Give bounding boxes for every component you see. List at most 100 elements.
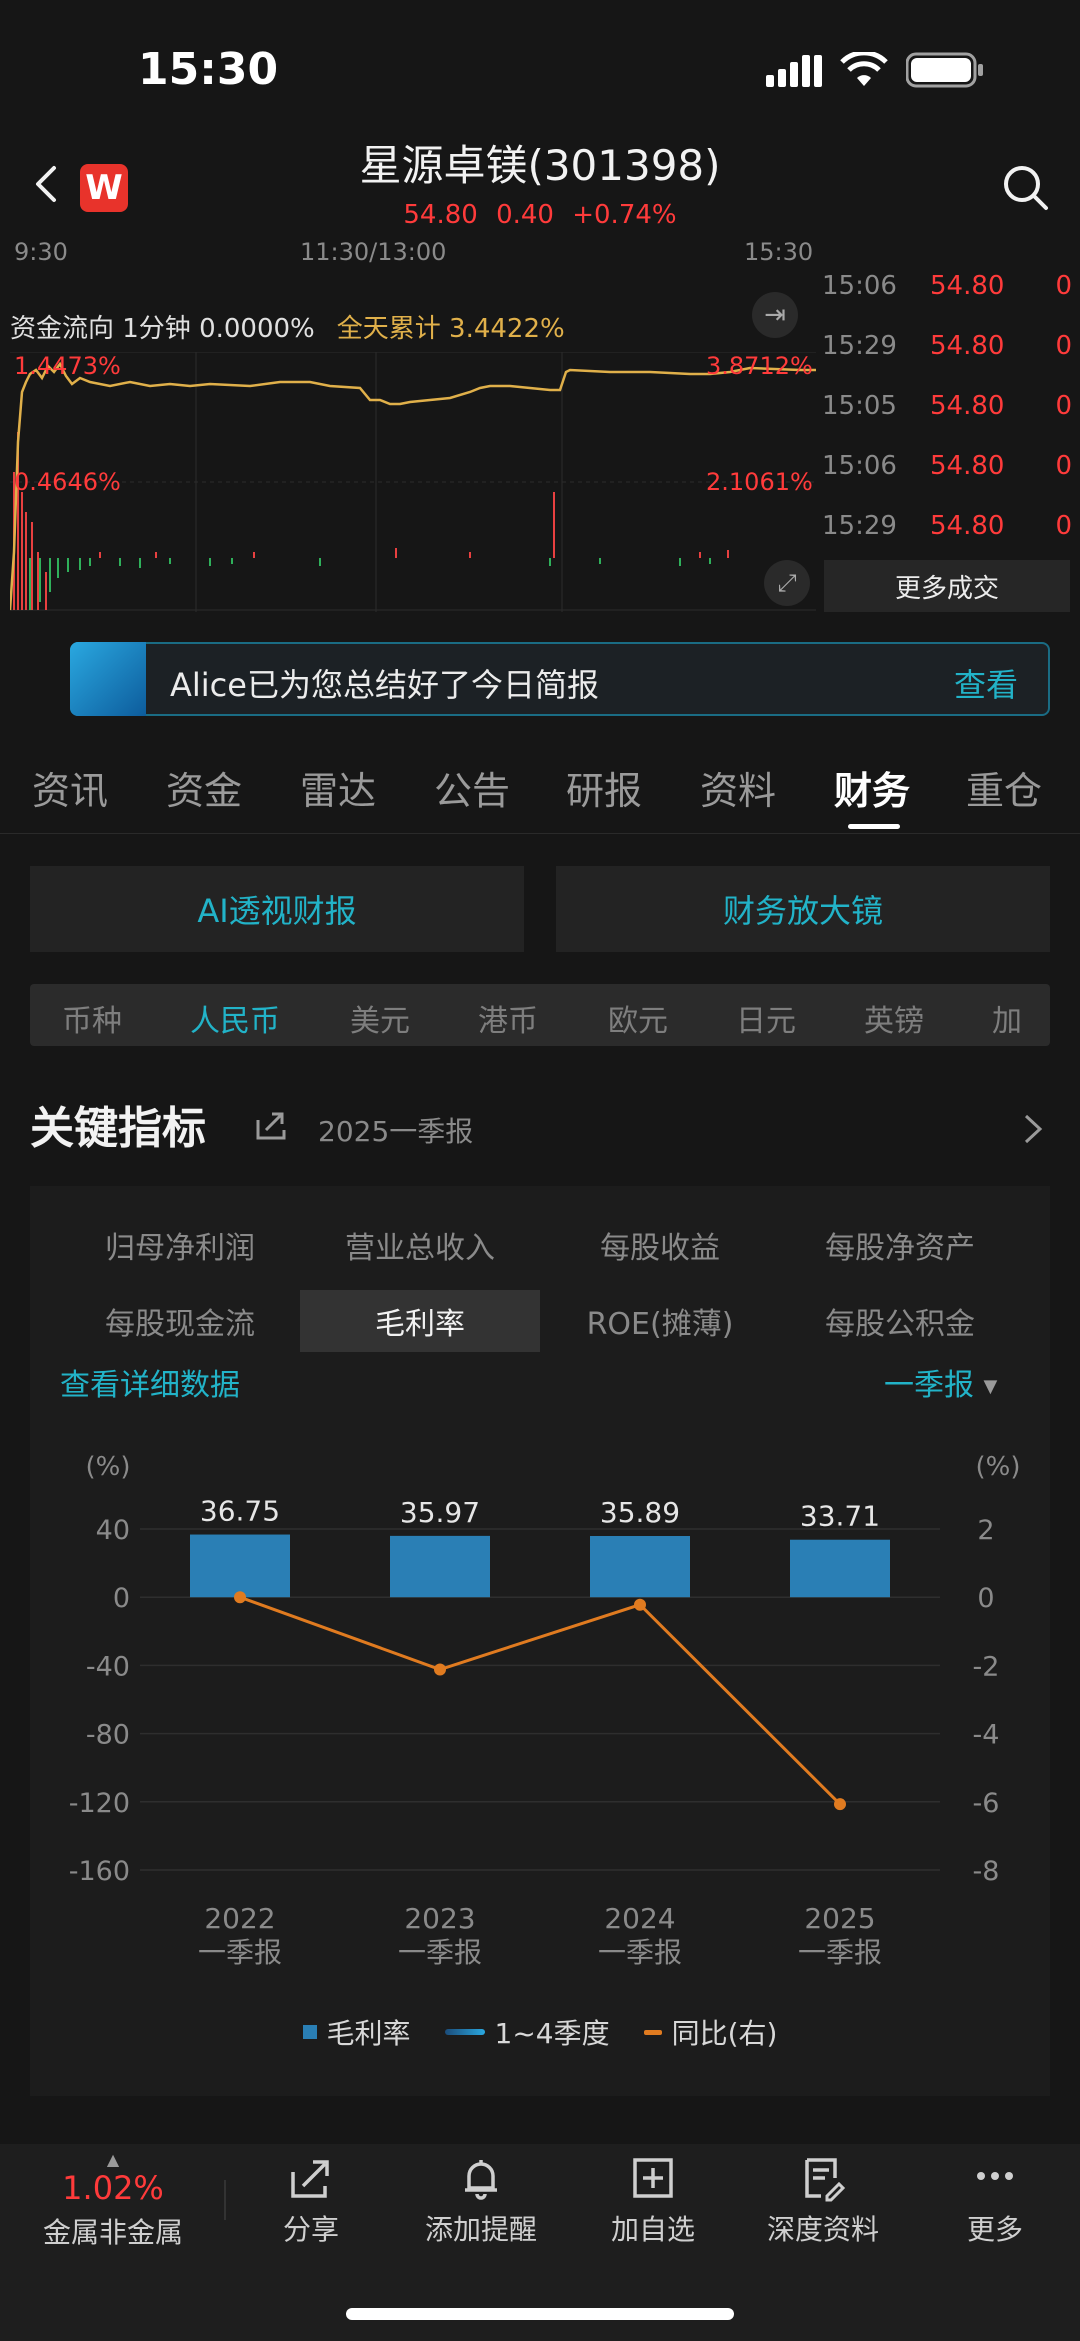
add-square-icon [633,2158,673,2198]
tab-news[interactable]: 资讯 [32,760,108,815]
flow-right-mid: 2.1061% [706,468,813,496]
metric-eps[interactable]: 每股收益 [540,1214,780,1276]
metric-revenue[interactable]: 营业总收入 [300,1214,540,1276]
currency-hkd[interactable]: 港币 [478,996,538,1040]
currency-eur[interactable]: 欧元 [608,996,668,1040]
financial-magnifier-button[interactable]: 财务放大镜 [556,866,1050,952]
fund-flow-label: 资金流向 1分钟 0.0000% 全天累计 3.4422% [10,308,565,345]
left-tick-label: -80 [86,1720,130,1751]
collapse-panel-icon[interactable]: ⇥ [752,292,798,338]
legend-label: 1~4季度 [494,2017,610,2050]
deep-info-label: 深度资料 [766,2213,879,2246]
share-button[interactable]: 分享 [236,2154,386,2248]
bar-value-label: 36.75 [200,1495,280,1528]
share-label: 分享 [282,2213,339,2246]
metric-bvps[interactable]: 每股净资产 [780,1214,1020,1276]
active-tab-indicator [848,824,900,829]
trade-price: 54.80 [930,511,1005,541]
yoy-point [834,1798,846,1811]
metric-cfps[interactable]: 每股现金流 [60,1290,300,1352]
currency-usd[interactable]: 美元 [350,996,410,1040]
chevron-right-icon[interactable] [1020,1112,1046,1146]
legend-label: 同比(右) [671,2017,778,2050]
tab-radar[interactable]: 雷达 [300,760,376,815]
yoy-point [434,1663,446,1676]
tab-funds[interactable]: 资金 [166,760,242,815]
trade-time: 15:05 [822,391,897,421]
yoy-line [239,1595,842,1806]
expand-chart-icon[interactable]: ⤢ [764,560,810,606]
left-tick-label: 40 [96,1515,130,1546]
add-watchlist-label: 加自选 [610,2213,695,2246]
price-change-pct: +0.74% [572,200,677,230]
trade-price: 54.80 [930,271,1005,301]
ai-report-button[interactable]: AI透视财报 [30,866,524,952]
wifi-icon [840,52,888,86]
document-edit-icon [805,2158,846,2202]
metric-reserve[interactable]: 每股公积金 [780,1290,1020,1352]
metric-gross-margin[interactable]: 毛利率 [300,1290,540,1352]
currency-cad[interactable]: 加元 [992,996,1050,1046]
ai-brief-text: Alice已为您总结好了今日简报 [170,666,599,704]
bar [590,1536,690,1598]
left-tick-label: 0 [113,1583,130,1614]
category-year-label: 2024 [604,1902,675,1935]
left-tick-label: -40 [86,1651,130,1682]
trade-volume: 0 [1055,331,1072,361]
bell-icon [465,2160,497,2200]
flow-left-top: 1.4473% [14,352,121,380]
time-close: 15:30 [744,238,814,266]
view-detail-link[interactable]: 查看详细数据 [60,1360,240,1404]
sector-index[interactable]: ▲ 1.02% 金属非金属 [30,2150,196,2251]
trade-row: 15:06 54.80 0 [822,256,1080,316]
trade-row: 15:29 54.80 0 [822,316,1080,376]
tab-profile[interactable]: 资料 [700,760,776,815]
add-alert-button[interactable]: 添加提醒 [406,2154,556,2248]
add-alert-label: 添加提醒 [424,2213,537,2246]
legend-yoy[interactable]: 同比(右) [643,2012,778,2052]
tab-holdings[interactable]: 重仓 [966,760,1042,815]
fund-flow-chart [10,352,816,612]
quarter-dropdown[interactable]: 一季报 ▼ [884,1360,997,1404]
search-icon[interactable] [1000,162,1050,212]
currency-cny[interactable]: 人民币 [190,996,280,1040]
fund-flow-minute: 资金流向 1分钟 0.0000% [10,314,315,344]
metric-roe[interactable]: ROE(摊薄) [540,1290,780,1352]
right-tick-label: -6 [973,1788,1000,1819]
more-trades-button[interactable]: 更多成交 [824,560,1070,612]
add-watchlist-button[interactable]: 加自选 [578,2154,728,2248]
trade-row: 15:29 54.80 0 [822,496,1080,556]
tab-research[interactable]: 研报 [566,760,642,815]
legend-swatch-gradient [444,2029,485,2035]
currency-gbp[interactable]: 英镑 [864,996,924,1040]
caret-up-icon: ▲ [106,2150,120,2169]
legend-quarters[interactable]: 1~4季度 [444,2012,610,2052]
price-line: 54.80 0.40 +0.74% [0,200,1080,230]
detail-tabs: 资讯 资金 雷达 公告 研报 资料 财务 重仓 [0,760,1080,834]
tab-announcements[interactable]: 公告 [434,760,510,815]
trade-price: 54.80 [930,391,1005,421]
more-button[interactable]: 更多 [920,2154,1070,2248]
ai-assistant-icon [70,642,146,716]
quarter-dropdown-label: 一季报 [884,1368,974,1403]
right-tick-label: -4 [973,1720,1000,1751]
trade-volume: 0 [1055,391,1072,421]
caret-down-icon: ▼ [983,1376,998,1397]
currency-jpy[interactable]: 日元 [736,996,796,1040]
trade-row: 15:06 54.80 0 [822,436,1080,496]
left-axis-unit: (%) [86,1452,131,1482]
bar-value-label: 35.97 [400,1496,480,1529]
bar [390,1535,490,1598]
legend-gross-margin[interactable]: 毛利率 [302,2012,411,2052]
battery-icon [906,52,983,88]
sector-name: 金属非金属 [42,2216,183,2249]
tab-financials[interactable]: 财务 [834,760,910,815]
export-icon[interactable] [254,1108,288,1142]
ai-brief-view-link[interactable]: 查看 [954,660,1018,706]
legend-label: 毛利率 [326,2017,411,2050]
metric-net-profit[interactable]: 归母净利润 [60,1214,300,1276]
legend-swatch-bar [302,2025,317,2039]
category-period-label: 一季报 [598,1936,682,1969]
category-year-label: 2023 [404,1902,475,1935]
deep-info-button[interactable]: 深度资料 [748,2154,898,2248]
